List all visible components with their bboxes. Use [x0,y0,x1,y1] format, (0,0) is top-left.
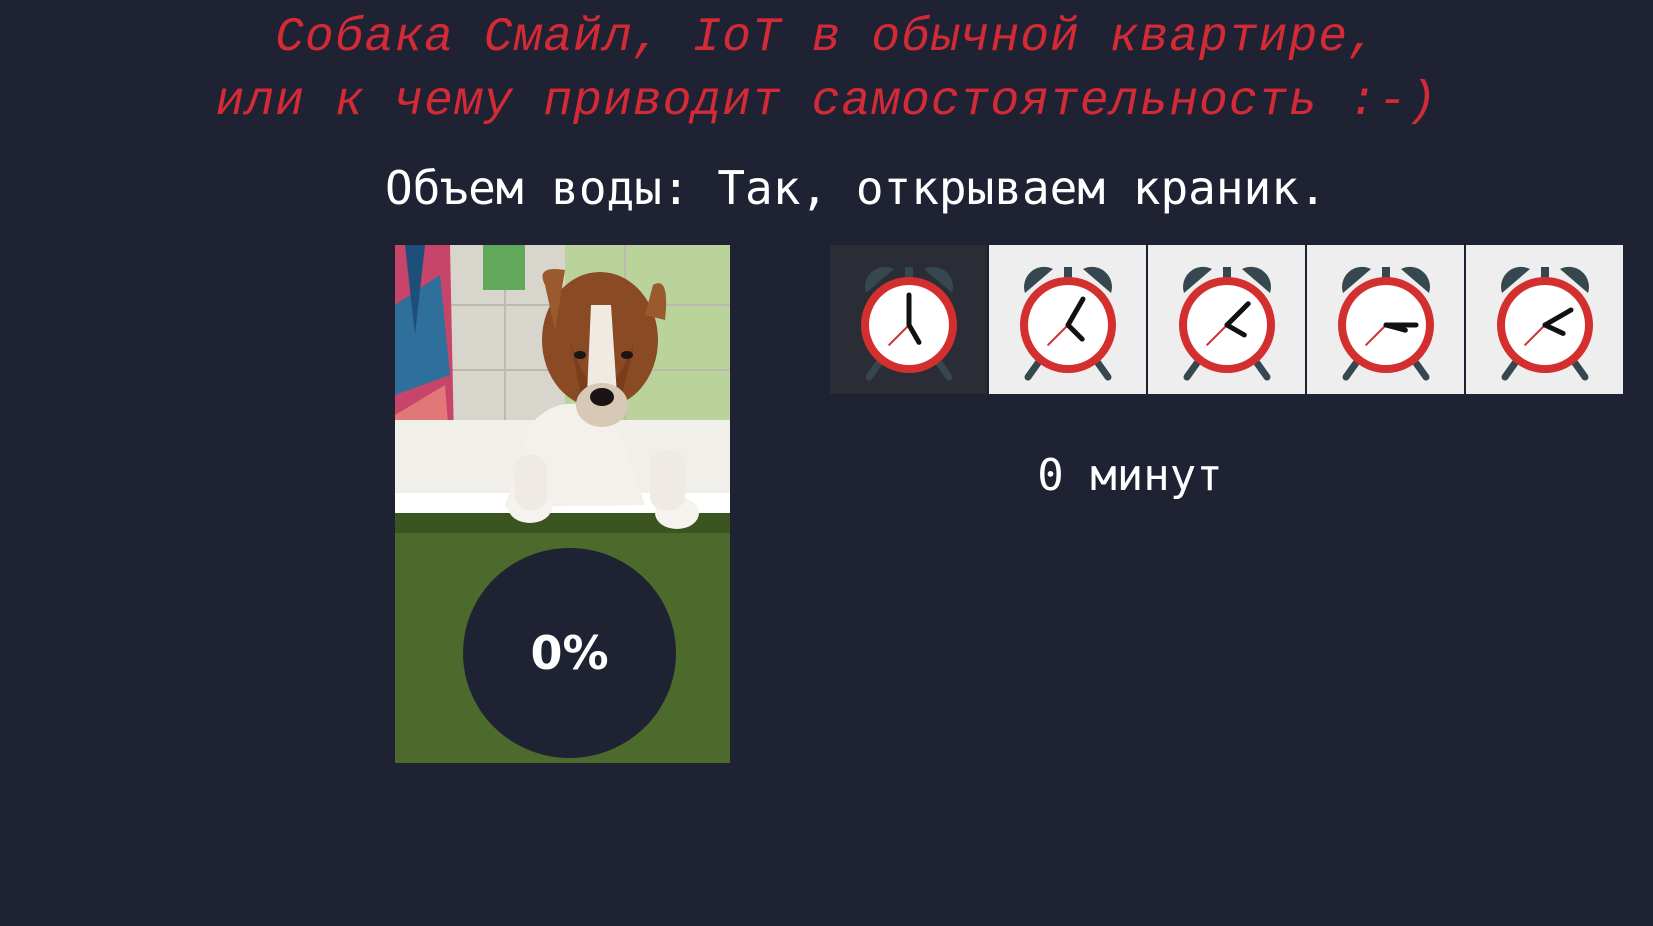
clock-option-5[interactable] [1466,245,1623,394]
page-title-line-1: Собака Смайл, IoT в обычной квартире, [275,11,1378,65]
alarm-clock-icon [1496,266,1593,380]
water-percent-indicator: 0% [463,548,676,758]
alarm-clock-icon [860,266,957,380]
clock-option-1[interactable] [830,245,987,394]
alarm-clock-icon [1019,266,1116,380]
water-volume-label: Объем воды: [385,161,690,215]
timer-minutes: 0 минут [1037,450,1223,501]
water-percent-text: 0% [530,626,609,680]
clock-option-2[interactable] [989,245,1146,394]
clock-option-3[interactable] [1148,245,1305,394]
timer-options [830,245,1623,394]
page-title-line-2: или к чему приводит самостоятельность :-… [215,75,1438,129]
clock-option-4[interactable] [1307,245,1464,394]
alarm-clock-icon [1178,266,1275,380]
alarm-clock-icon [1337,266,1434,380]
water-volume-message: Так, открываем краник. [717,161,1327,215]
water-volume-status: Объем воды: Так, открываем краник. [385,160,1425,216]
